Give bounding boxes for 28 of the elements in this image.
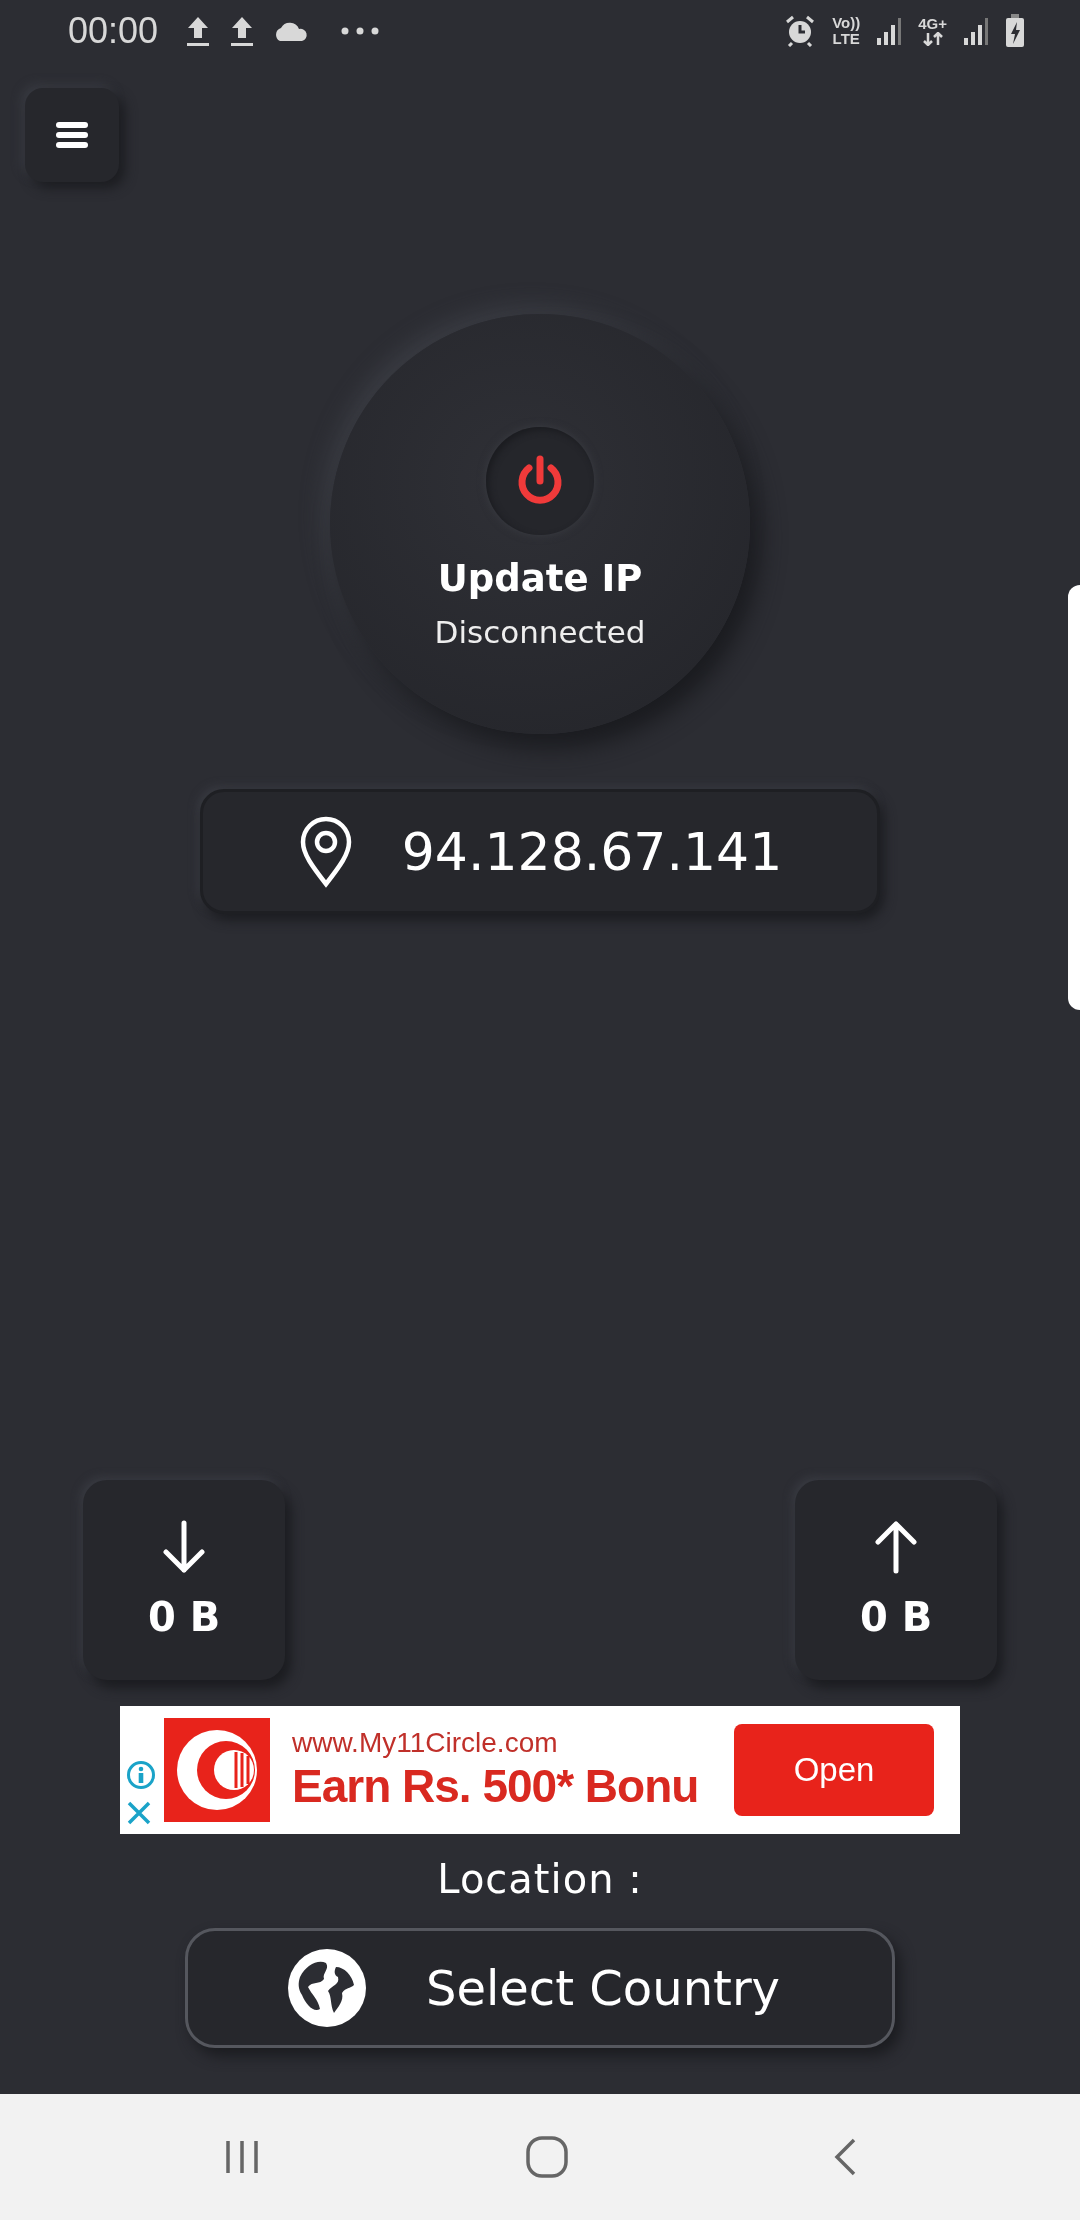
select-country-button[interactable]: Select Country bbox=[185, 1928, 895, 2048]
open-button[interactable]: Open bbox=[734, 1724, 934, 1816]
signal-icon bbox=[876, 16, 903, 46]
clock-time: 00:00 bbox=[68, 10, 159, 52]
power-button[interactable]: Update IP Disconnected bbox=[330, 314, 750, 734]
app-logo-icon bbox=[164, 1718, 270, 1822]
down-arrow-icon bbox=[161, 1520, 207, 1574]
globe-icon bbox=[286, 1947, 368, 2029]
ad-url: www.My11Circle.com bbox=[292, 1727, 559, 1759]
info-icon[interactable] bbox=[126, 1760, 156, 1790]
close-icon[interactable] bbox=[126, 1800, 152, 1826]
ip-address: 94.128.67.141 bbox=[401, 821, 783, 882]
alarm-icon bbox=[784, 15, 817, 47]
upload-amount: 0 B bbox=[859, 1594, 933, 1640]
up-arrow-icon bbox=[873, 1520, 919, 1574]
volte-label: Vo)) LTE bbox=[832, 15, 861, 47]
battery-icon bbox=[1005, 14, 1025, 48]
ad-banner[interactable]: www.My11Circle.com Earn Rs. 500* Bonu Open bbox=[120, 1706, 960, 1834]
download-amount: 0 B bbox=[147, 1594, 221, 1640]
more-icon bbox=[340, 26, 381, 36]
ad-headline: Earn Rs. 500* Bonu bbox=[292, 1759, 700, 1813]
data-arrows-icon bbox=[921, 32, 944, 46]
network-type-label: 4G+ bbox=[918, 16, 947, 46]
menu-icon bbox=[55, 121, 89, 149]
signal-icon bbox=[963, 16, 989, 46]
location-label: Location : bbox=[437, 1856, 643, 1902]
home-icon[interactable] bbox=[524, 2134, 570, 2180]
menu-button[interactable] bbox=[25, 88, 119, 182]
